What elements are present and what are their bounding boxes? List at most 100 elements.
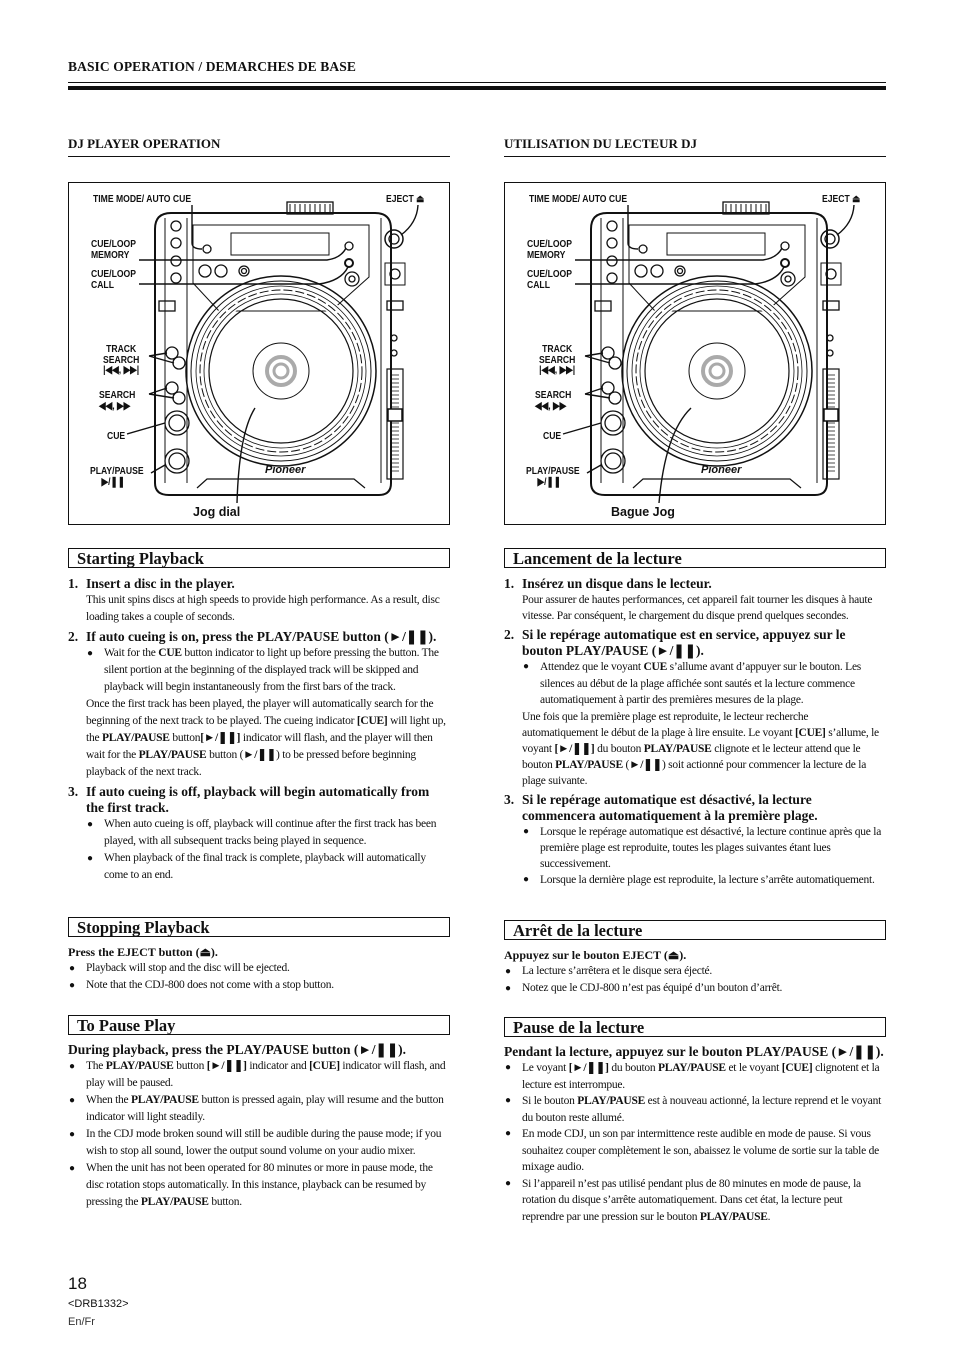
search-fwd bbox=[172, 391, 186, 405]
cdj-diagram-en: Pioneer TIME MODE/ AUTO CUE EJECT ⏏ CUE/… bbox=[68, 182, 450, 525]
text-run: 1. bbox=[68, 576, 79, 591]
bold-term: [►/❚❚] bbox=[206, 1060, 247, 1072]
step-2-paragraph: Once the first track has been played, th… bbox=[68, 696, 450, 781]
label-cue-loop-memory: CUE/LOOP MEMORY bbox=[527, 239, 572, 260]
bold-term: [CUE] bbox=[781, 1062, 813, 1074]
pause-content: During playback, press the PLAY/PAUSE bu… bbox=[68, 1042, 450, 1211]
text-run: 2. bbox=[504, 627, 515, 642]
text-run: The bbox=[86, 1060, 106, 1072]
bullet: Note that the CDJ-800 does not come with… bbox=[68, 977, 450, 994]
arret-bullets: La lecture s’arrêtera et le disque sera … bbox=[504, 963, 886, 997]
step-3: 3. If auto cueing is off, playback will b… bbox=[68, 784, 450, 816]
text-run: 1. bbox=[504, 576, 515, 591]
text-run: . bbox=[767, 1210, 771, 1223]
bold-term: PLAY/PAUSE bbox=[577, 1095, 646, 1107]
step-2-bullets: Attendez que le voyant CUE s’allume avan… bbox=[504, 659, 886, 709]
bold-term: PLAY/PAUSE bbox=[643, 742, 712, 755]
stopping-playback-content: Press the EJECT button (⏏). Playback wil… bbox=[68, 944, 450, 994]
tempo-slider-knob bbox=[387, 408, 403, 422]
text-run: Si le bouton bbox=[522, 1095, 578, 1107]
bullet: Notez que le CDJ-800 n’est pas équipé d’… bbox=[504, 980, 886, 997]
lead: During playback, press the PLAY/PAUSE bu… bbox=[68, 1042, 407, 1057]
section-title-pause: To Pause Play bbox=[68, 1015, 450, 1035]
bullet: Si le bouton PLAY/PAUSE est à nouveau ac… bbox=[504, 1093, 886, 1126]
bold-term: PLAY/PAUSE bbox=[138, 749, 207, 761]
bold-term: CUE bbox=[158, 647, 182, 659]
step-2-paragraph: Une fois que la première plage est repro… bbox=[504, 709, 886, 789]
bold-term: PLAY/PAUSE bbox=[131, 1094, 199, 1106]
cdj-diagram-fr: Pioneer TIME MODE/ AUTO CUE EJECT ⏏ CUE/… bbox=[504, 182, 886, 525]
step-1: 1. Insert a disc in the player. bbox=[68, 576, 450, 592]
section-title-arret: Arrêt de la lecture bbox=[504, 920, 886, 940]
section-title-stopping-playback: Stopping Playback bbox=[68, 917, 450, 937]
text-run: Si le repérage automatique est désactivé… bbox=[522, 791, 818, 823]
pioneer-logo: Pioneer bbox=[265, 464, 306, 476]
bold-term: [CUE] bbox=[356, 715, 388, 727]
bullet: Le voyant [►/❚❚] du bouton PLAY/PAUSE et… bbox=[504, 1060, 886, 1093]
text-run: et le voyant bbox=[725, 1062, 782, 1074]
jog-center-disc bbox=[252, 342, 310, 400]
section-title-starting-playback: Starting Playback bbox=[68, 548, 450, 568]
language-code: En/Fr bbox=[68, 1316, 95, 1328]
lead: Pendant la lecture, appuyez sur le bouto… bbox=[504, 1044, 884, 1059]
bold-term: PLAY/PAUSE bbox=[101, 732, 170, 744]
text-run: ▶/❚❚ bbox=[537, 475, 561, 488]
bold-term: [►/❚❚] bbox=[554, 742, 595, 755]
column-title-en: DJ PLAYER OPERATION bbox=[68, 136, 450, 157]
eject-button-graphic bbox=[384, 229, 404, 249]
jog-mode-button bbox=[386, 300, 404, 311]
label-eject: EJECT ⏏ bbox=[822, 193, 861, 205]
time-mode-button bbox=[202, 244, 212, 254]
bold-term: PLAY/PAUSE bbox=[699, 1210, 768, 1223]
label-cue: CUE bbox=[543, 430, 562, 442]
text-run: button bbox=[173, 1060, 207, 1072]
label-time-mode-auto-cue: TIME MODE/ AUTO CUE bbox=[529, 193, 628, 205]
pause-fr-content: Pendant la lecture, appuyez sur le bouto… bbox=[504, 1044, 886, 1225]
bullet: En mode CDJ, un son par intermittence re… bbox=[504, 1126, 886, 1176]
text-run: Attendez que le voyant bbox=[540, 661, 644, 673]
reloop-button bbox=[158, 300, 176, 312]
text-run: indicator and bbox=[246, 1060, 310, 1072]
text-run: CALL bbox=[91, 278, 114, 291]
text-run: |◀◀, ▶▶| bbox=[103, 364, 140, 376]
stopping-bullets: Playback will stop and the disc will be … bbox=[68, 960, 450, 994]
bullet: Lorsque le repérage automatique est désa… bbox=[504, 824, 886, 872]
bullet: Wait for the CUE button indicator to lig… bbox=[68, 645, 450, 696]
arret-content: Appuyez sur le bouton EJECT (⏏). La lect… bbox=[504, 947, 886, 997]
text-run: ▶/❚❚ bbox=[101, 475, 125, 488]
bold-term: [►/❚❚] bbox=[200, 732, 241, 744]
lead: Press the EJECT button (⏏). bbox=[68, 945, 218, 959]
running-head: BASIC OPERATION / DEMARCHES DE BASE bbox=[68, 59, 356, 74]
label-time-mode-auto-cue: TIME MODE/ AUTO CUE bbox=[93, 193, 192, 205]
call-button bbox=[344, 258, 354, 268]
label-cue-loop-memory: CUE/LOOP MEMORY bbox=[91, 239, 136, 260]
bullet: When auto cueing is off, playback will c… bbox=[68, 816, 450, 850]
text-run: If auto cueing is on, press the PLAY/PAU… bbox=[86, 629, 437, 644]
text-run: CALL bbox=[527, 278, 550, 291]
label-track-search: TRACK SEARCH |◀◀, ▶▶| bbox=[539, 344, 575, 376]
bullet: Lorsque la dernière plage est reproduite… bbox=[504, 872, 886, 888]
label-cue-loop-call: CUE/LOOP CALL bbox=[91, 269, 136, 290]
bold-term: [CUE] bbox=[794, 726, 826, 739]
text-run: button ( bbox=[206, 749, 244, 761]
step-1: 1. Insérez un disque dans le lecteur. bbox=[504, 576, 886, 592]
label-play-pause: PLAY/PAUSE ▶/❚❚ bbox=[90, 466, 144, 487]
column-title-fr: UTILISATION DU LECTEUR DJ bbox=[504, 136, 886, 157]
display-window bbox=[230, 232, 330, 256]
step-1-body: Pour assurer de hautes performances, cet… bbox=[522, 594, 873, 622]
figure-caption: Bague Jog bbox=[611, 505, 675, 519]
pioneer-logo: Pioneer bbox=[701, 464, 742, 476]
bold-term: PLAY/PAUSE bbox=[105, 1060, 174, 1072]
step-3: 3. Si le repérage automatique est désacti… bbox=[504, 792, 886, 824]
label-cue: CUE bbox=[107, 430, 126, 442]
bullet: Attendez que le voyant CUE s’allume avan… bbox=[504, 659, 886, 709]
bold-term: CUE bbox=[643, 661, 667, 673]
bullet: When the unit has not been operated for … bbox=[68, 1160, 450, 1211]
bullet: When playback of the final track is comp… bbox=[68, 850, 450, 884]
text-run: 3. bbox=[68, 784, 79, 799]
bullet: Playback will stop and the disc will be … bbox=[68, 960, 450, 977]
jog-wheel-outer bbox=[185, 275, 377, 467]
pause-bullets: The PLAY/PAUSE button [►/❚❚] indicator a… bbox=[68, 1058, 450, 1211]
text-run: When the unit has not been operated for … bbox=[86, 1162, 433, 1208]
text-run: Si l’appareil n’est pas utilisé pendant … bbox=[522, 1177, 861, 1223]
